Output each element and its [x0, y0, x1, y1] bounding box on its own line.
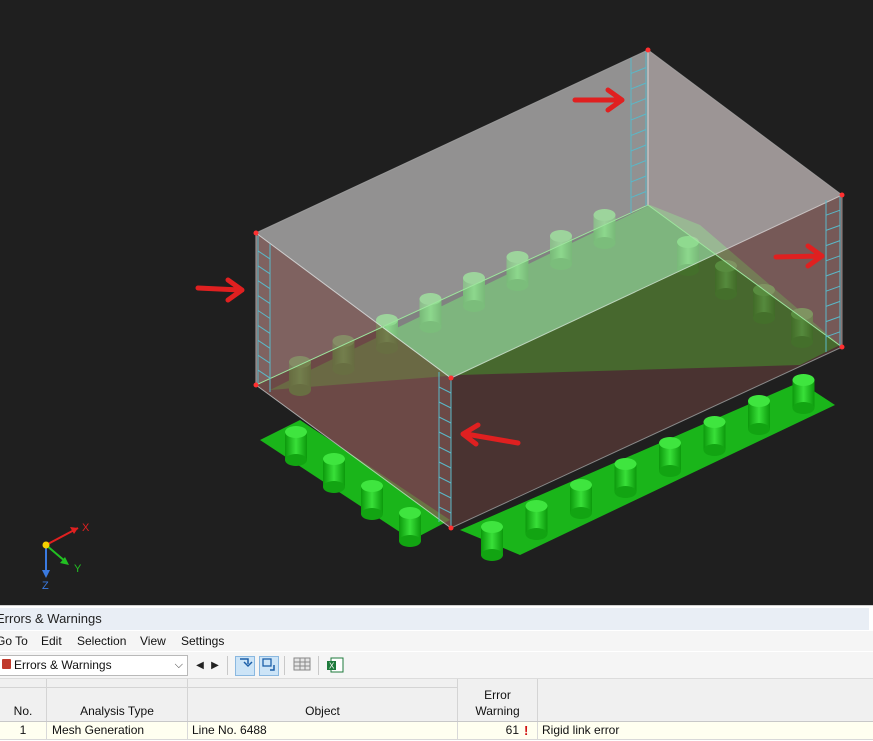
- menu-selection[interactable]: Selection: [77, 631, 126, 651]
- panel-title: Errors & Warnings: [0, 608, 869, 630]
- arrow-right-2: [195, 277, 245, 303]
- errors-warnings-panel: Errors & Warnings Go To Edit Selection V…: [0, 605, 873, 741]
- menu-settings[interactable]: Settings: [181, 631, 224, 651]
- axis-triad: X Y Z: [42, 522, 90, 592]
- toolbar-divider: [284, 656, 285, 675]
- errors-table: No. Analysis Type Object Error Warning 1…: [0, 679, 873, 741]
- toolbar-divider: [318, 656, 319, 675]
- col-object[interactable]: Object: [188, 679, 458, 721]
- support-column: [748, 395, 770, 435]
- col-error-warning[interactable]: Error Warning: [458, 679, 538, 721]
- col-analysis-type-label: Analysis Type: [80, 704, 154, 718]
- table-row[interactable]: 1 Mesh Generation Line No. 6488 61 ! Rig…: [0, 722, 873, 740]
- table-header: No. Analysis Type Object Error Warning: [0, 679, 873, 722]
- col-warning-label: Warning: [475, 704, 520, 718]
- support-column: [323, 453, 345, 493]
- cell-no: 1: [0, 722, 47, 739]
- next-icon[interactable]: ▶: [205, 656, 225, 676]
- svg-text:X: X: [329, 662, 335, 671]
- dropdown-value: Errors & Warnings: [14, 658, 112, 672]
- support-column: [659, 437, 681, 477]
- col-object-label: Object: [305, 704, 340, 718]
- col-description[interactable]: [538, 679, 873, 721]
- model-view[interactable]: X Y Z: [0, 0, 873, 605]
- col-no-label: No.: [13, 704, 33, 718]
- warning-exclamation-icon: !: [524, 723, 529, 738]
- toolbar-divider: [227, 656, 228, 675]
- support-column: [361, 480, 383, 520]
- support-column: [614, 458, 637, 498]
- cell-description: Rigid link error: [542, 723, 620, 737]
- axis-x-label: X: [82, 522, 90, 534]
- results-type-dropdown[interactable]: Errors & Warnings ⌵: [0, 655, 188, 676]
- excel-export-icon[interactable]: X: [325, 656, 345, 676]
- support-column: [481, 521, 503, 561]
- show-in-model-icon[interactable]: [259, 656, 279, 676]
- menu-go-to[interactable]: Go To: [0, 631, 28, 651]
- axis-z-label: Z: [42, 580, 49, 592]
- support-column: [525, 500, 548, 540]
- col-analysis-type[interactable]: Analysis Type: [47, 679, 188, 721]
- axis-y-label: Y: [74, 563, 82, 575]
- support-column: [285, 426, 307, 466]
- chevron-down-icon: ⌵: [174, 659, 183, 671]
- 3d-viewport[interactable]: X Y Z: [0, 0, 873, 605]
- support-column: [792, 374, 815, 414]
- menu-view[interactable]: View: [140, 631, 166, 651]
- support-column: [570, 479, 592, 519]
- col-error-label: Error: [484, 688, 511, 702]
- col-no[interactable]: No.: [0, 679, 47, 721]
- panel-menubar: Go To Edit Selection View Settings: [0, 631, 873, 651]
- support-column: [399, 507, 421, 547]
- support-column: [703, 416, 726, 456]
- errors-icon: [2, 659, 11, 669]
- table-view-icon[interactable]: [292, 656, 312, 676]
- cell-analysis-type: Mesh Generation: [47, 722, 188, 739]
- menu-edit[interactable]: Edit: [41, 631, 62, 651]
- panel-toolbar: Errors & Warnings ⌵ ◀ ▶ X: [0, 652, 873, 679]
- select-in-model-icon[interactable]: [235, 656, 255, 676]
- cell-object: Line No. 6488: [188, 722, 458, 739]
